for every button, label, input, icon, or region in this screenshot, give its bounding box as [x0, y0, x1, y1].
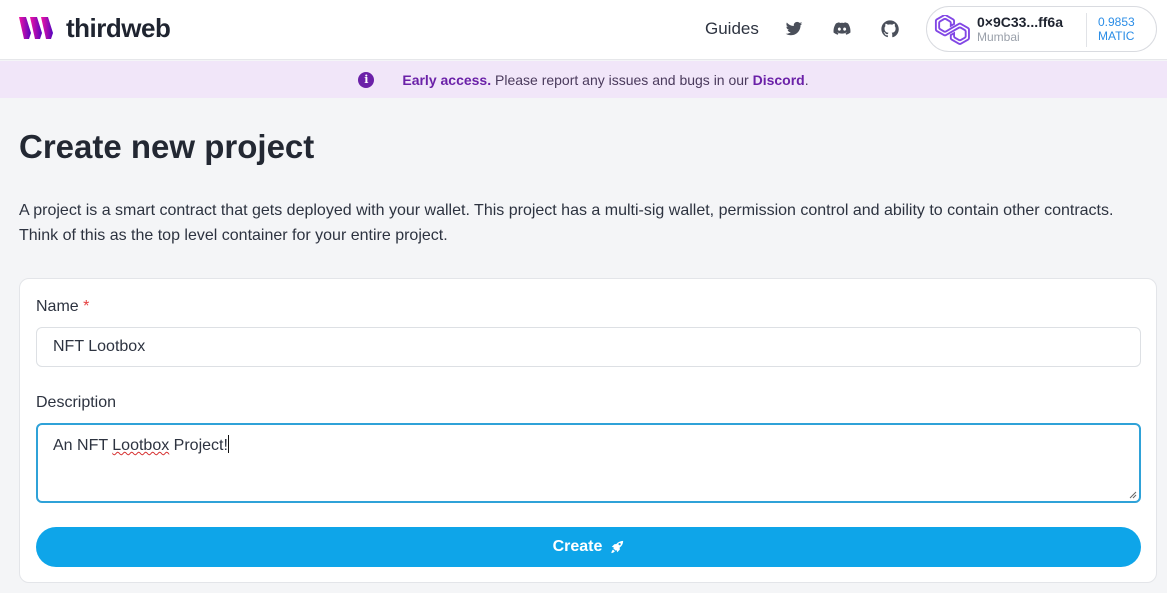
brand-name: thirdweb: [66, 12, 171, 43]
info-icon: i: [358, 71, 375, 88]
discord-link[interactable]: [830, 17, 854, 41]
required-mark: *: [83, 298, 90, 315]
name-label-text: Name: [36, 298, 79, 315]
page-description: A project is a smart contract that gets …: [19, 202, 1114, 244]
text-caret: [227, 435, 229, 453]
wallet-balance-amount: 0.9853: [1098, 15, 1135, 29]
wallet-address: 0×9C33...ff6a: [977, 14, 1063, 30]
banner-bold: Early access.: [402, 71, 492, 88]
name-input[interactable]: NFT Lootbox: [36, 327, 1141, 367]
rocket-icon: [611, 540, 624, 554]
github-link[interactable]: [878, 17, 902, 41]
name-label: Name *: [36, 298, 89, 316]
description-misspelled-word: Lootbox: [112, 437, 170, 454]
wallet-balance: 0.9853 MATIC: [1098, 15, 1135, 43]
nav-guides-link[interactable]: Guides: [705, 0, 759, 58]
page-title: Create new project: [19, 128, 315, 165]
create-button-label: Create: [552, 538, 603, 555]
top-header: thirdweb Guides 0×9C33...ff6a Mumbai 0.9…: [0, 0, 1167, 60]
thirdweb-logo-icon: [19, 17, 53, 39]
brand-logo[interactable]: thirdweb: [18, 12, 171, 43]
wallet-network: Mumbai: [977, 30, 1020, 44]
wallet-divider: [1086, 13, 1087, 47]
polygon-icon: [934, 15, 970, 45]
description-text-after: Project!: [169, 437, 228, 454]
discord-icon: [833, 22, 851, 35]
description-textarea[interactable]: An NFT Lootbox Project!: [36, 423, 1141, 503]
twitter-link[interactable]: [782, 17, 806, 41]
description-label: Description: [36, 394, 117, 411]
description-text-before: An NFT: [53, 437, 113, 454]
create-button[interactable]: Create: [36, 527, 1141, 567]
github-icon: [881, 20, 899, 38]
resize-handle-icon[interactable]: [1129, 491, 1137, 499]
banner-tail: .: [804, 71, 809, 88]
banner-text: Please report any issues and bugs in our: [491, 71, 753, 88]
wallet-button[interactable]: 0×9C33...ff6a Mumbai 0.9853 MATIC: [926, 6, 1157, 52]
create-project-form: Name * NFT Lootbox Description An NFT Lo…: [19, 278, 1157, 583]
twitter-icon: [785, 21, 803, 36]
wallet-balance-currency: MATIC: [1098, 29, 1135, 43]
discord-banner-link[interactable]: Discord: [753, 72, 805, 88]
early-access-banner: i Early access. Please report any issues…: [0, 61, 1167, 98]
